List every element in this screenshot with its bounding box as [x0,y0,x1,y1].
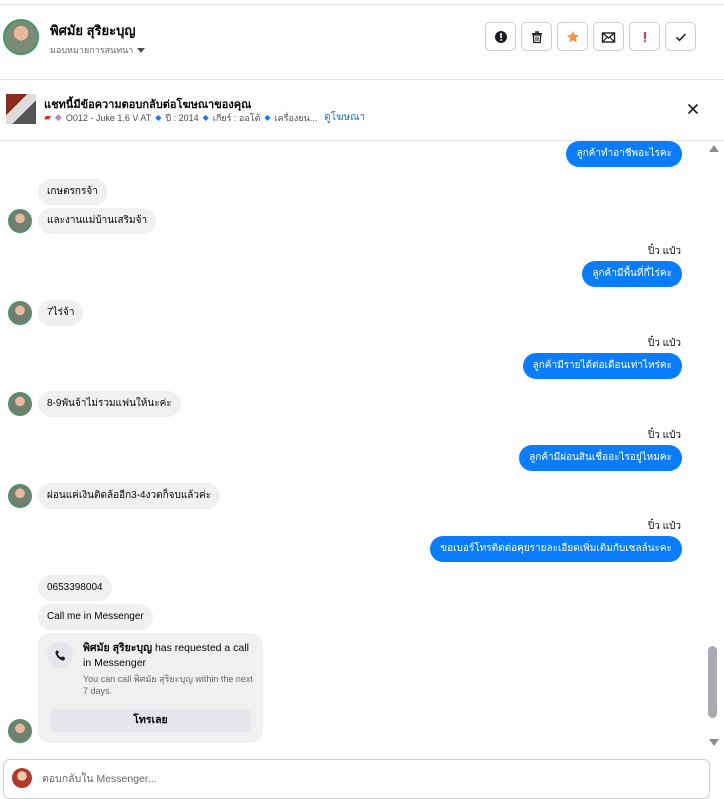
contact-avatar-small [8,719,32,743]
info-circle-icon [494,30,507,43]
outgoing-message[interactable]: ลูกค้ามีผ่อนสินเชื่ออะไรอยู่ไหมคะ [519,445,682,471]
ad-meta-engine: เครื่องยน... [274,112,318,123]
exclamation-icon [643,31,646,42]
call-request-name: พิศมัย สุริยะบุญ [83,642,153,654]
contact-avatar-small [8,484,32,508]
scroll-up-icon[interactable] [709,145,719,152]
sender-name: ปิ๋ว แป๋ว [647,246,681,257]
ad-meta-year: ปี : 2014 [165,112,199,123]
dot-separator-icon: ◆ [202,113,209,122]
incoming-message[interactable]: 0653398004 [38,575,112,601]
trash-icon [531,30,542,43]
dot-separator-icon: ◆ [155,113,162,122]
incoming-message[interactable]: และงานแม่บ้านเสริมจ้า [38,208,157,234]
spam-button[interactable] [629,22,660,51]
reply-input[interactable] [40,769,644,789]
conversation-header: พิศมัย สุริยะบุญ มอบหมายการสนทนา [0,5,724,80]
alert-button[interactable] [485,22,516,51]
sender-name: ปิ๋ว แป๋ว [647,521,681,532]
outgoing-message[interactable]: ลูกค้ามีพื้นที่กี่ไร่คะ [582,261,682,287]
checkmark-icon [675,32,686,41]
incoming-message[interactable]: เกษตรกรจ้า [38,179,107,205]
reply-composer [3,759,710,799]
contact-avatar-small [8,392,32,416]
header-actions [485,22,696,51]
diamond-icon: ◆ [54,112,62,122]
ad-meta-model: O012 - Juke 1.6 V AT [65,112,152,123]
incoming-message[interactable]: 8-9พันจ้าไม่รวมแฟนให้นะค่ะ [38,391,181,417]
delete-button[interactable] [521,22,552,51]
ad-meta: ▰ ◆ O012 - Juke 1.6 V AT ◆ ปี : 2014 ◆ เ… [44,110,365,125]
thread-scrollbar[interactable] [706,141,724,753]
assign-conversation-dropdown[interactable]: มอบหมายการสนทนา [50,43,146,57]
incoming-message[interactable]: ผ่อนแค่เงินติดล้ออีก3-4งวดก็จบแล้วค่ะ [38,483,221,509]
outgoing-message[interactable]: ขอเบอร์โทรติดต่อคุยรายละเอียดเพิ่มเติมกั… [430,536,682,562]
assign-label: มอบหมายการสนทนา [50,45,134,55]
scroll-thumb[interactable] [708,646,717,718]
sender-name: ปิ๋ว แป๋ว [647,430,681,441]
phone-icon [47,642,73,668]
star-button[interactable] [557,22,588,51]
close-banner-button[interactable] [684,100,702,118]
dot-separator-icon: ◆ [264,113,271,122]
call-request-title: พิศมัย สุริยะบุญ has requested a call in… [83,641,253,671]
contact-avatar[interactable] [3,19,39,55]
page-avatar [12,768,32,788]
contact-name[interactable]: พิศมัย สุริยะบุญ [50,20,135,41]
outgoing-message[interactable]: ลูกค้ามีรายได้ต่อเดือนเท่าไหร่คะ [522,353,682,379]
view-ad-link[interactable]: ดูโฆษณา [324,110,365,125]
envelope-icon [601,31,616,43]
ad-thumbnail[interactable] [6,94,36,124]
message-thread[interactable]: ลูกค้าทำอาชีพอะไรคะ เกษตรกรจ้า และงานแม่… [0,141,706,753]
scroll-down-icon[interactable] [709,739,719,746]
ad-meta-gear: เกียร์ : ออโต้ [212,112,261,123]
caret-down-icon [137,47,146,53]
incoming-message[interactable]: Call me in Messenger [38,604,153,630]
outgoing-message[interactable]: ลูกค้าทำอาชีพอะไรคะ [566,141,682,167]
call-request-card: พิศมัย สุริยะบุญ has requested a call in… [38,633,263,743]
car-icon: ▰ [44,112,51,122]
sender-name: ปิ๋ว แป๋ว [647,338,681,349]
call-request-subtitle: You can call พิศมัย สุริยะบุญ within the… [83,674,253,696]
call-now-button[interactable]: โทรเลย [50,709,251,732]
incoming-message[interactable]: 7ไร่จ้า [38,300,84,326]
contact-avatar-small [8,209,32,233]
mark-unread-button[interactable] [593,22,624,51]
close-icon [687,103,699,115]
star-icon [566,30,579,42]
contact-avatar-small [8,301,32,325]
ad-reply-banner: แชทนี้มีข้อความตอบกลับต่อโฆษณาของคุณ ▰ ◆… [0,80,724,141]
done-button[interactable] [665,22,696,51]
